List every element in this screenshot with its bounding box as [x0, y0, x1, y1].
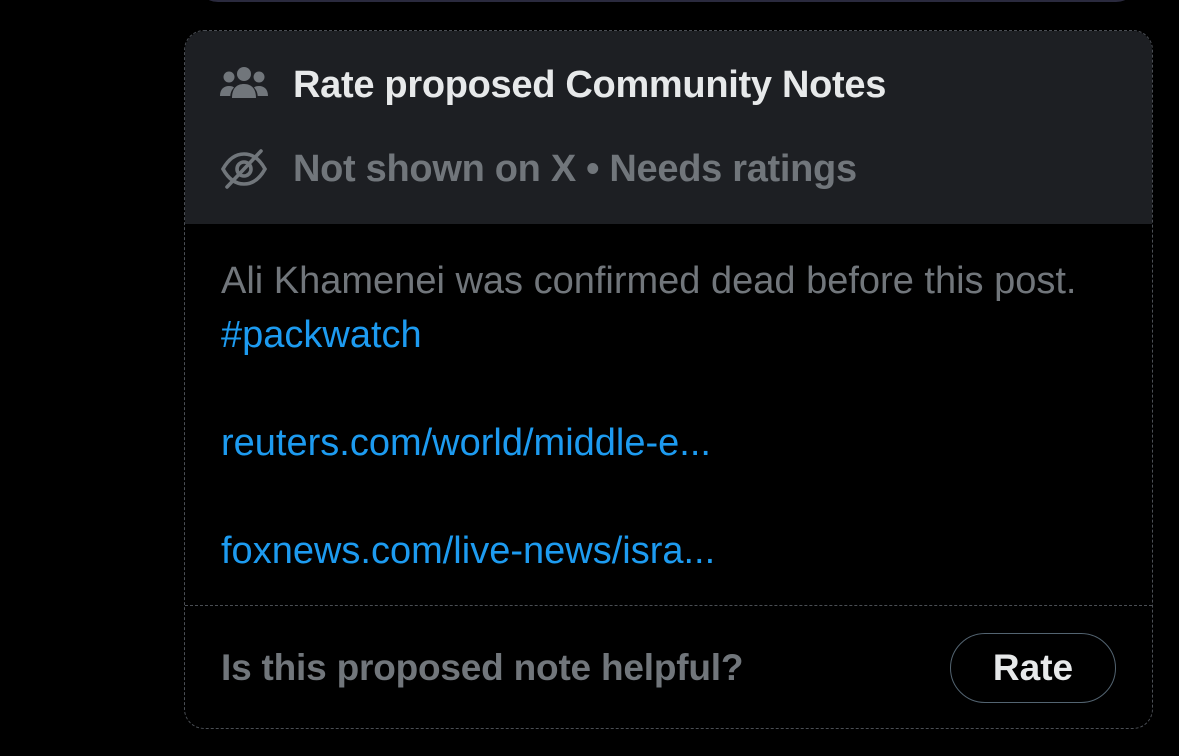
note-title: Rate proposed Community Notes [293, 63, 887, 106]
source-link-reuters[interactable]: reuters.com/world/middle-e... [221, 416, 1116, 470]
note-footer: Is this proposed note helpful? Rate [221, 607, 1116, 728]
community-note-card: Rate proposed Community Notes Not shown … [184, 30, 1153, 729]
note-text: Ali Khamenei was confirmed dead before t… [221, 260, 1077, 302]
note-text-paragraph: Ali Khamenei was confirmed dead before t… [221, 254, 1081, 362]
note-title-row: Rate proposed Community Notes [185, 59, 1152, 111]
eye-slash-icon [219, 149, 269, 189]
note-header: Rate proposed Community Notes Not shown … [185, 31, 1152, 224]
rate-button[interactable]: Rate [950, 633, 1116, 703]
note-status: Not shown on X • Needs ratings [293, 147, 857, 190]
previous-card-edge [196, 0, 1138, 2]
community-people-icon [219, 65, 269, 105]
helpful-question: Is this proposed note helpful? [221, 647, 744, 688]
note-status-row: Not shown on X • Needs ratings [185, 143, 1152, 195]
source-link-foxnews[interactable]: foxnews.com/live-news/isra... [221, 524, 1116, 578]
footer-divider [185, 605, 1152, 606]
note-body: Ali Khamenei was confirmed dead before t… [185, 224, 1152, 578]
hashtag-link[interactable]: #packwatch [221, 314, 422, 356]
page: Rate proposed Community Notes Not shown … [0, 0, 1179, 756]
